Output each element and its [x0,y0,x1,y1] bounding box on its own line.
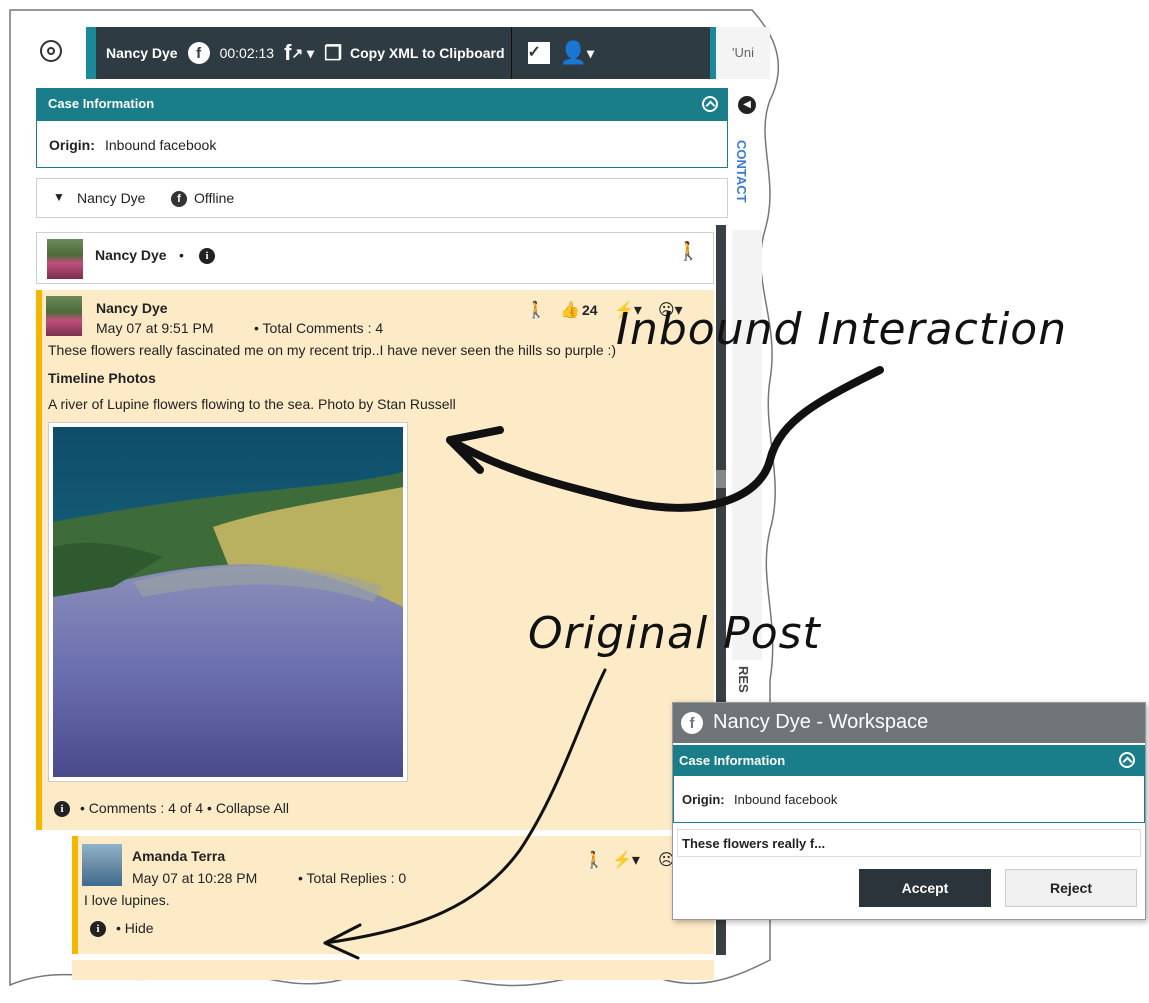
workspace-preview-text: These flowers really f... [682,836,826,851]
workspace-case-header: Case Information [673,745,1145,775]
workspace-case-body: Origin: Inbound facebook [673,775,1145,823]
annotation-original: Original Post [528,608,821,659]
post-text: These flowers really fascinated me on my… [48,342,617,358]
interaction-toolbar: Nancy Dye f 00:02:13 f ↗ ▾ ❐ Copy XML to … [86,27,710,79]
thread-author: Nancy Dye [95,247,167,263]
like-count: 24 [582,302,598,318]
comment-text: I love lupines. [84,892,170,908]
thread-separator: • [179,247,184,263]
post-section-title: Timeline Photos [48,370,156,386]
comment-date: May 07 at 10:28 PM [132,870,258,886]
workspace-preview: These flowers really f... [677,829,1141,857]
case-info-body: Origin: Inbound facebook [36,120,728,168]
toolbar-timer: 00:02:13 [219,45,275,61]
comment-accent-bar [72,836,78,954]
collapse-icon[interactable] [1119,752,1135,768]
annotation-inbound: Inbound Interaction [616,304,1068,355]
avatar [82,844,122,886]
chevron-down-icon[interactable]: ▼ [53,190,65,204]
reject-button[interactable]: Reject [1005,869,1137,907]
contact-bar[interactable]: ▼ Nancy Dye f Offline [36,178,728,218]
settings-icon[interactable] [40,40,62,62]
next-interaction-tab[interactable]: 'Uni [710,27,770,79]
transfer-button[interactable]: f ↗ ▾ [284,40,314,66]
post-date: May 07 at 9:51 PM [96,320,214,336]
post-photo[interactable] [48,422,408,782]
comment-card: Amanda Terra May 07 at 10:28 PM • Total … [72,836,714,954]
workspace-origin-value: Inbound facebook [734,792,838,807]
origin-value: Inbound facebook [105,137,217,153]
sidebar-strip [732,230,762,660]
facebook-icon: f [681,712,703,734]
copy-xml-button[interactable]: ❐ Copy XML to Clipboard [324,41,504,66]
origin-label: Origin: [49,137,95,153]
avatar [46,296,82,336]
workspace-origin-label: Origin: [682,792,725,807]
workspace-title: Nancy Dye - Workspace [713,711,929,733]
info-icon[interactable]: i [199,248,215,264]
tab-contact[interactable]: CONTACT [732,130,762,230]
tab-responses-label: RES [736,666,751,693]
lupine-photo [53,427,403,777]
contact-name: Nancy Dye [77,190,146,206]
facebook-icon: f [187,42,210,64]
collapse-icon[interactable] [702,96,718,112]
action-menu-icon[interactable]: ⚡▾ [612,850,640,870]
info-icon[interactable]: i [54,801,70,817]
toolbar-accent [86,27,96,79]
workspace-case-title: Case Information [679,753,786,768]
avatar [47,239,83,279]
case-info-title: Case Information [48,96,155,111]
workspace-titlebar: f Nancy Dye - Workspace [673,703,1145,743]
person-icon[interactable]: 🚶 [584,850,604,870]
post-card: Nancy Dye May 07 at 9:51 PM • Total Comm… [36,290,714,830]
scrollbar-grip[interactable] [716,470,726,488]
post-accent-bar [36,290,42,830]
next-card-edge [72,960,714,980]
copy-xml-label: Copy XML to Clipboard [350,45,505,61]
contact-status: Offline [194,190,235,206]
consult-button[interactable]: 👤 ▾ [560,40,594,66]
accept-button[interactable]: Accept [859,869,991,907]
tab-contact-label: CONTACT [734,140,749,203]
workspace-popup: f Nancy Dye - Workspace Case Information… [672,702,1146,920]
info-icon[interactable]: i [90,921,106,937]
comment-author: Amanda Terra [132,848,226,864]
comment-total-replies: • Total Replies : 0 [298,870,407,886]
toolbar-contact-name: Nancy Dye [106,45,178,61]
toolbar-divider [510,27,512,79]
person-icon[interactable]: 🚶 [677,241,699,262]
thread-header: Nancy Dye • i 🚶 [36,232,714,284]
mark-done-checkbox[interactable]: ✓ [527,42,550,64]
post-author: Nancy Dye [96,300,168,316]
copy-icon: ❐ [324,42,343,65]
post-total-comments: • Total Comments : 4 [254,320,384,336]
sidebar-collapse-icon[interactable]: ◀ [738,96,756,114]
post-caption: A river of Lupine flowers flowing to the… [48,396,456,412]
comment-footer[interactable]: • Hide [116,920,154,936]
like-icon[interactable]: 👍 [560,300,580,320]
case-info-header: Case Information [36,88,728,120]
facebook-icon: f [171,191,187,207]
post-footer[interactable]: • Comments : 4 of 4 • Collapse All [80,800,289,816]
person-icon[interactable]: 🚶 [526,300,546,320]
